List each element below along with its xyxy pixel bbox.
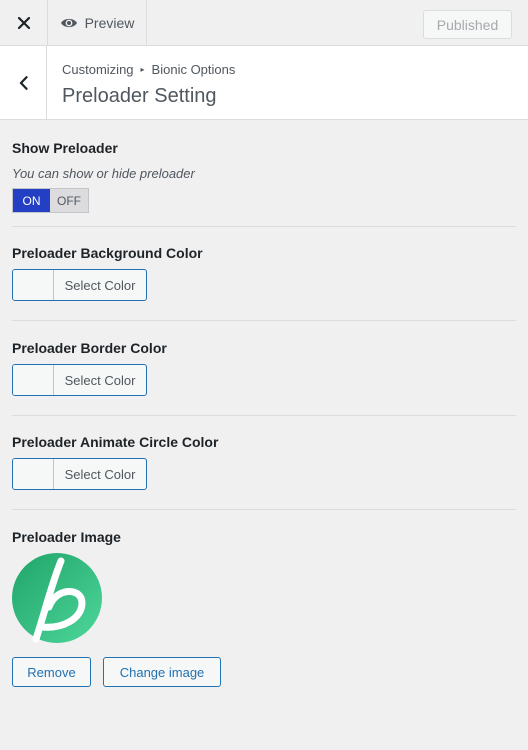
preloader-image-title: Preloader Image [12, 529, 121, 545]
eye-icon [60, 17, 78, 29]
divider [12, 226, 516, 227]
select-color-label: Select Color [64, 466, 136, 482]
divider [12, 320, 516, 321]
color-swatch [13, 270, 54, 300]
border-color-title: Preloader Border Color [12, 340, 167, 356]
toggle-off-option[interactable]: OFF [50, 189, 88, 212]
preloader-image-preview[interactable] [12, 553, 102, 643]
border-color-button[interactable]: Select Color [12, 364, 147, 396]
color-swatch [13, 459, 54, 489]
preview-label: Preview [84, 14, 135, 31]
divider [12, 509, 516, 510]
published-button[interactable]: Published [423, 10, 512, 39]
breadcrumb: Customizing ▸ Bionic Options [62, 62, 235, 77]
preview-button[interactable]: Preview [48, 0, 147, 45]
close-icon [17, 16, 30, 29]
select-color-label: Select Color [64, 372, 136, 388]
breadcrumb-separator-icon: ▸ [140, 65, 145, 74]
circle-color-button[interactable]: Select Color [12, 458, 147, 490]
select-color-label: Select Color [64, 277, 136, 293]
background-color-title: Preloader Background Color [12, 245, 203, 261]
show-preloader-title: Show Preloader [12, 140, 118, 156]
background-color-button[interactable]: Select Color [12, 269, 147, 301]
remove-image-button[interactable]: Remove [12, 657, 91, 687]
customizer-header: Preview Published [0, 0, 528, 46]
bionic-logo-icon [12, 553, 102, 643]
change-image-button[interactable]: Change image [103, 657, 221, 687]
page-title: Preloader Setting [62, 85, 217, 107]
section-header: Customizing ▸ Bionic Options Preloader S… [0, 46, 528, 120]
show-preloader-description: You can show or hide preloader [12, 166, 195, 181]
chevron-left-icon [18, 75, 28, 90]
toggle-on-option[interactable]: ON [13, 189, 50, 212]
circle-color-title: Preloader Animate Circle Color [12, 434, 219, 450]
breadcrumb-root: Customizing [62, 62, 134, 77]
breadcrumb-parent: Bionic Options [151, 62, 236, 77]
color-swatch [13, 365, 54, 395]
close-button[interactable] [0, 0, 48, 45]
show-preloader-toggle[interactable]: ON OFF [12, 188, 89, 213]
back-button[interactable] [0, 46, 47, 119]
divider [12, 415, 516, 416]
